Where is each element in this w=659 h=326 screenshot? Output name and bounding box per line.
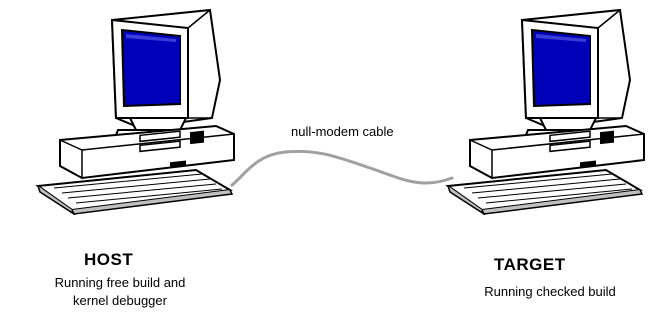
host-title: HOST	[84, 250, 134, 269]
target-title: TARGET	[494, 255, 566, 274]
target-description: Running checked build	[440, 283, 659, 301]
host-description-line1: Running free build and	[54, 275, 186, 290]
host-description-line2: kernel debugger	[73, 293, 167, 308]
host-computer-icon	[20, 0, 260, 215]
network-diagram: null-modem cable HOST Running free build…	[0, 0, 659, 326]
target-computer-icon	[430, 0, 659, 215]
target-description-line1: Running checked build	[484, 284, 616, 299]
cable-label: null-modem cable	[291, 124, 394, 139]
host-description: Running free build and kernel debugger	[10, 274, 230, 310]
